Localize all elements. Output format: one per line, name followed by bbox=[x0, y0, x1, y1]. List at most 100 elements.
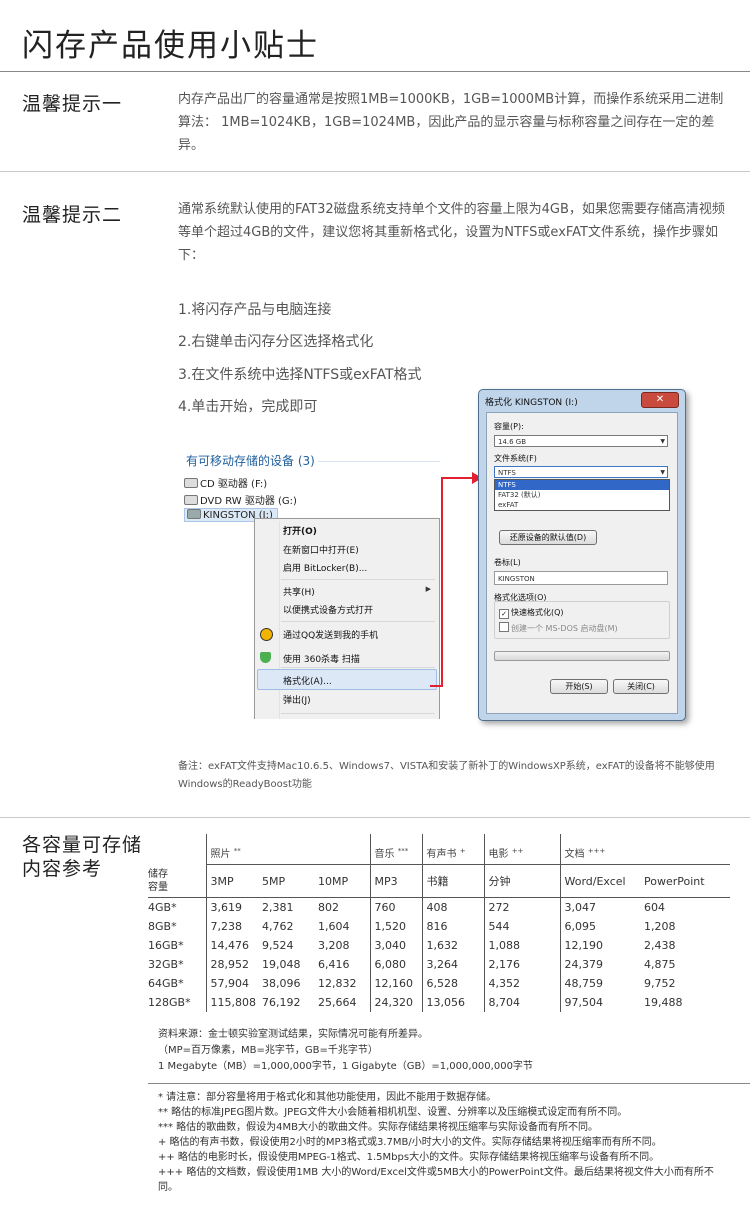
table-cell: 12,160 bbox=[369, 974, 422, 993]
usb-drive-icon bbox=[187, 509, 201, 519]
table-cell: 604 bbox=[644, 901, 665, 914]
table-body: 4GB* 3,619 2,381 802 760 408 272 3,047 604 8GB* 7,… bbox=[148, 897, 730, 1012]
table-cell: 408 bbox=[421, 897, 484, 917]
menu-portable[interactable]: 以便携式设备方式打开 bbox=[283, 603, 373, 616]
dvd-drive-icon bbox=[184, 495, 198, 505]
footnote-mark: ** bbox=[233, 847, 241, 855]
table-cell: 12,190 bbox=[559, 936, 644, 955]
drive-cd[interactable]: CD 驱动器 (F:) bbox=[184, 475, 267, 490]
menu-open[interactable]: 打开(O) bbox=[283, 524, 317, 537]
footnotes: * 请注意：部分容量将用于格式化和其他功能使用，因此不能用于数据存储。 ** 略… bbox=[158, 1090, 733, 1195]
quick-format-checkbox[interactable]: ✓ 快速格式化(Q) bbox=[499, 607, 564, 619]
row-header-label: 储存 容量 bbox=[148, 864, 206, 898]
table-row: 16GB* 14,476 9,524 3,208 3,040 1,632 1,088 12,1… bbox=[148, 936, 730, 955]
table-cell: 3,040 bbox=[369, 936, 422, 955]
menu-separator bbox=[281, 621, 435, 622]
filesystem-select[interactable]: NTFS ▼ bbox=[494, 466, 668, 478]
fs-option-exfat[interactable]: exFAT bbox=[495, 500, 669, 510]
table-cell: 19,048 bbox=[262, 958, 301, 971]
menu-separator bbox=[281, 579, 435, 580]
divider bbox=[0, 171, 750, 172]
table-cell: 6,528 bbox=[421, 974, 484, 993]
table-cell: 9,752 bbox=[644, 977, 676, 990]
menu-bitlocker[interactable]: 启用 BitLocker(B)... bbox=[283, 561, 367, 574]
table-cell: 76,192 bbox=[262, 996, 301, 1009]
menu-separator bbox=[281, 713, 435, 714]
col-header: 3MP bbox=[205, 864, 262, 898]
footnote-mark: ++ bbox=[511, 847, 524, 855]
table-cell: 1,604 bbox=[318, 920, 350, 933]
menu-share[interactable]: 共享(H) bbox=[283, 585, 315, 598]
table-cell: 13,056 bbox=[421, 993, 484, 1012]
fs-option-ntfs[interactable]: NTFS bbox=[495, 480, 669, 490]
row-header-line: 容量 bbox=[148, 881, 168, 893]
table-cell: 3,047 bbox=[559, 897, 644, 917]
col-header: 分钟 bbox=[483, 864, 560, 898]
footnote: +++ 略估的文档数，假设使用1MB 大小的Word/Excel文件或5MB大小… bbox=[158, 1167, 714, 1193]
source-note: 资料来源：金士顿实验室测试结果，实际情况可能有所差异。 （MP=百万像素，MB=… bbox=[158, 1027, 533, 1075]
close-button[interactable]: 关闭(C) bbox=[613, 679, 669, 694]
menu-format[interactable]: 格式化(A)... bbox=[283, 674, 332, 687]
drive-label: DVD RW 驱动器 (G:) bbox=[200, 496, 297, 507]
tip1-title: 温馨提示一 bbox=[22, 93, 123, 115]
table-cell: 19,488 bbox=[644, 996, 683, 1009]
fs-option-fat32[interactable]: FAT32 (默认) bbox=[495, 490, 669, 500]
step-4: 4.单击开始，完成即可 bbox=[178, 399, 318, 415]
capacity-cell: 64GB* bbox=[148, 977, 184, 990]
footnote: ** 略估的标准JPEG图片数。JPEG文件大小会随着相机机型、设置、分辨率以及… bbox=[158, 1107, 628, 1118]
menu-qq[interactable]: 通过QQ发送到我的手机 bbox=[283, 628, 378, 641]
check-icon: ✓ bbox=[499, 609, 509, 619]
msdos-checkbox[interactable]: 创建一个 MS-DOS 启动盘(M) bbox=[499, 622, 618, 634]
table-cell: 48,759 bbox=[559, 974, 644, 993]
row-header-line: 储存 bbox=[148, 868, 168, 880]
filesystem-dropdown: NTFS FAT32 (默认) exFAT bbox=[494, 479, 670, 511]
table-cell: 24,320 bbox=[369, 993, 422, 1012]
group-label: 照片 bbox=[210, 849, 231, 860]
qq-icon bbox=[260, 628, 273, 641]
group-header-music: 音乐 *** bbox=[369, 834, 422, 865]
footnote: * 请注意：部分容量将用于格式化和其他功能使用，因此不能用于数据存储。 bbox=[158, 1092, 497, 1103]
capacity-table: 照片 ** 音乐 *** 有声书 + 电影 ++ 文档 +++ 储存 容量 3MP… bbox=[148, 834, 732, 1012]
capacity-title-line2: 内容参考 bbox=[22, 858, 103, 880]
shield-icon bbox=[260, 652, 271, 663]
col-header: Word/Excel bbox=[559, 864, 644, 898]
checkbox-label: 创建一个 MS-DOS 启动盘(M) bbox=[511, 624, 618, 633]
close-icon[interactable]: ✕ bbox=[641, 392, 679, 408]
footnote: ++ 略估的电影时长，假设使用MPEG-1格式、1.5Mbps大小的文件。实际存… bbox=[158, 1152, 660, 1163]
tip1-text: 内存产品出厂的容量通常是按照1MB=1000KB，1GB=1000MB计算，而操… bbox=[178, 92, 724, 153]
group-header-photo: 照片 ** bbox=[205, 834, 370, 865]
volume-input[interactable]: KINGSTON bbox=[494, 571, 668, 585]
table-cell: 28,952 bbox=[205, 955, 262, 974]
table-cell: 8,704 bbox=[483, 993, 560, 1012]
progress-bar bbox=[494, 651, 670, 661]
drive-label: CD 驱动器 (F:) bbox=[200, 479, 268, 490]
capacity-cell: 128GB* bbox=[148, 996, 191, 1009]
group-label: 音乐 bbox=[374, 849, 395, 860]
menu-open-new[interactable]: 在新窗口中打开(E) bbox=[283, 543, 359, 556]
col-header: 书籍 bbox=[421, 864, 484, 898]
drive-dvd[interactable]: DVD RW 驱动器 (G:) bbox=[184, 492, 297, 507]
format-options-group: ✓ 快速格式化(Q) 创建一个 MS-DOS 启动盘(M) bbox=[494, 601, 670, 639]
capacity-select[interactable]: 14.6 GB ▼ bbox=[494, 435, 668, 447]
table-cell: 1,632 bbox=[421, 936, 484, 955]
capacity-cell: 8GB* bbox=[148, 920, 177, 933]
filesystem-label: 文件系统(F) bbox=[494, 454, 537, 463]
table-cell: 12,832 bbox=[318, 977, 357, 990]
table-cell: 4,762 bbox=[262, 920, 294, 933]
menu-360[interactable]: 使用 360杀毒 扫描 bbox=[283, 652, 360, 665]
explorer-screenshot: 有可移动存储的设备 (3) CD 驱动器 (F:) DVD RW 驱动器 (G:… bbox=[178, 445, 440, 719]
restore-defaults-button[interactable]: 还原设备的默认值(D) bbox=[499, 530, 597, 545]
capacity-label: 容量(P): bbox=[494, 422, 524, 431]
chevron-down-icon: ▼ bbox=[660, 469, 665, 476]
divider bbox=[0, 817, 750, 818]
tip2-text: 通常系统默认使用的FAT32磁盘系统支持单个文件的容量上限为4GB，如果您需要存… bbox=[178, 202, 725, 263]
format-dialog: 格式化 KINGSTON (I:) ✕ 容量(P): 14.6 GB ▼ 文件系统… bbox=[478, 389, 686, 721]
table-cell: 115,808 bbox=[205, 993, 262, 1012]
table-cell: 3,264 bbox=[421, 955, 484, 974]
menu-eject[interactable]: 弹出(J) bbox=[283, 693, 311, 706]
group-label: 文档 bbox=[564, 849, 585, 860]
start-button[interactable]: 开始(S) bbox=[550, 679, 608, 694]
table-row: 64GB* 57,904 38,096 12,832 12,160 6,528 4,352 4… bbox=[148, 974, 730, 993]
capacity-cell: 16GB* bbox=[148, 939, 184, 952]
arrow-connector bbox=[430, 472, 482, 687]
